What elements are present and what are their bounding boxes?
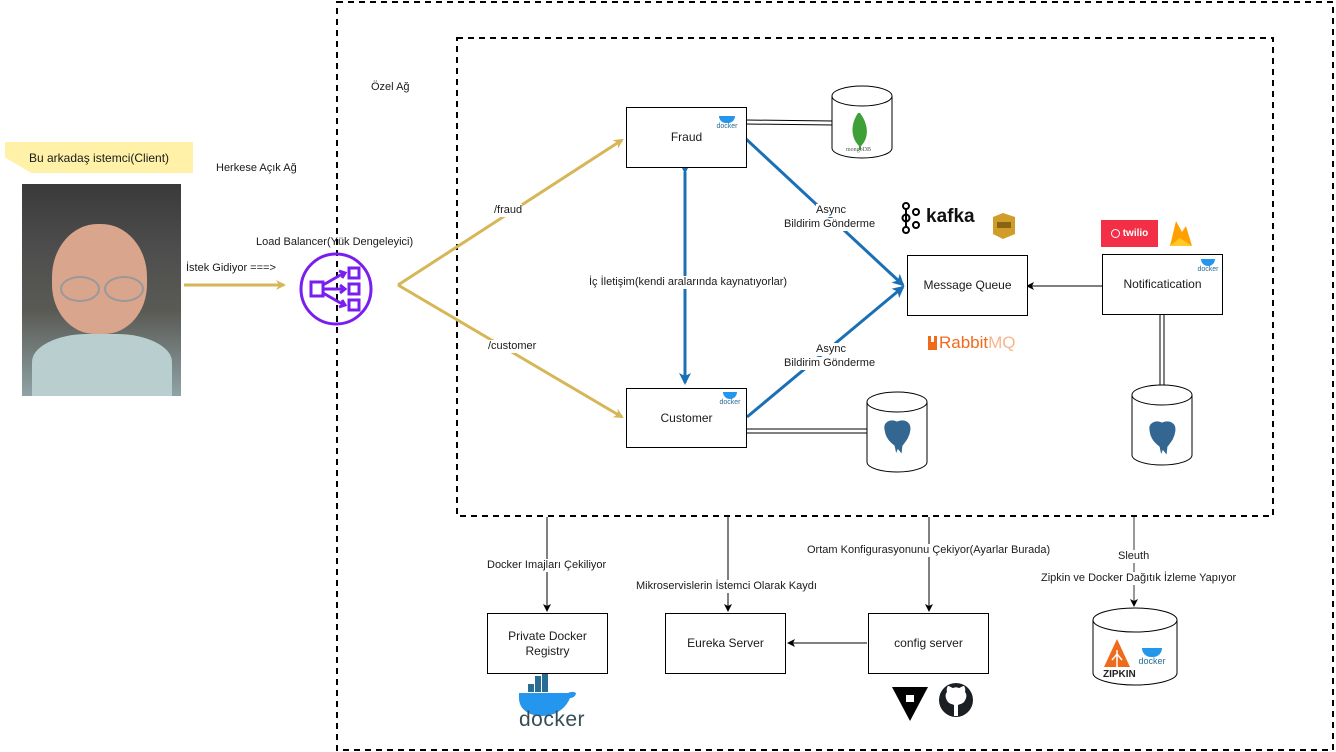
async-bottom-label-1: Async bbox=[816, 343, 846, 356]
docker-icon: docker bbox=[1137, 648, 1167, 666]
rabbitmq-label: RabbitMQ bbox=[939, 333, 1016, 353]
mongodb-label: mongoDB bbox=[846, 147, 872, 153]
client-note: Bu arkadaş istemci(Client) bbox=[5, 142, 193, 173]
public-network-label: Herkese Açık Ağ bbox=[216, 162, 297, 175]
async-top-label-2: Bildirim Gönderme bbox=[784, 218, 876, 231]
route-customer-label: /customer bbox=[488, 340, 537, 353]
vault-icon bbox=[892, 687, 928, 721]
rabbitmq-label-b: MQ bbox=[988, 333, 1016, 352]
fraud-db-link bbox=[745, 119, 834, 126]
fraud-service[interactable]: Fraud docker bbox=[626, 107, 747, 168]
notification-service[interactable]: Notificatication docker bbox=[1102, 254, 1223, 315]
zipkin-tracing-label: Zipkin ve Docker Dağıtık İzleme Yapıyor bbox=[1041, 572, 1237, 585]
customer-service-label: Customer bbox=[660, 410, 713, 425]
kafka-icon bbox=[901, 202, 920, 234]
customer-service[interactable]: Customer docker bbox=[626, 388, 747, 448]
twilio-logo: twilio bbox=[1101, 220, 1158, 247]
message-queue-label: Message Queue bbox=[923, 278, 1012, 292]
eureka-server-label: Eureka Server bbox=[687, 636, 764, 650]
rabbitmq-icon bbox=[928, 336, 937, 350]
sqs-icon bbox=[993, 213, 1015, 239]
internal-comm-label: İç İletişim(kendi aralarında kaynatıyorl… bbox=[589, 276, 788, 289]
docker-pull-label: Docker Imajları Çekiliyor bbox=[487, 559, 607, 572]
twilio-icon bbox=[1110, 229, 1120, 238]
eureka-server[interactable]: Eureka Server bbox=[665, 613, 786, 674]
load-balancer-label: Load Balancer(Yük Dengeleyici) bbox=[256, 236, 414, 248]
fraud-service-label: Fraud bbox=[670, 130, 703, 144]
docker-icon: docker bbox=[1195, 259, 1221, 273]
eureka-register-label: Mikroservislerin İstemci Olarak Kaydı bbox=[636, 580, 817, 593]
customer-db-link bbox=[746, 428, 868, 434]
notification-db-link bbox=[1159, 315, 1165, 387]
async-bottom-label-2: Bildirim Gönderme bbox=[784, 357, 876, 370]
github-icon bbox=[939, 683, 973, 717]
docker-big-label: docker bbox=[519, 708, 586, 731]
rabbitmq-label-a: Rabbit bbox=[939, 333, 989, 352]
kafka-label: kafka bbox=[926, 206, 975, 227]
docker-icon: docker bbox=[713, 116, 741, 130]
registry-label-line1: Private Docker bbox=[508, 628, 587, 643]
client-note-text: Bu arkadaş istemci(Client) bbox=[29, 150, 170, 165]
docker-icon: docker bbox=[717, 392, 743, 406]
private-docker-registry[interactable]: Private Docker Registry bbox=[487, 613, 608, 674]
config-server[interactable]: config server bbox=[868, 613, 989, 674]
config-pull-label: Ortam Konfigurasyonunu Çekiyor(Ayarlar B… bbox=[807, 544, 1051, 557]
request-label: İstek Gidiyor ===> bbox=[186, 262, 276, 274]
twilio-label: twilio bbox=[1122, 228, 1149, 239]
sleuth-label: Sleuth bbox=[1118, 550, 1150, 563]
firebase-icon bbox=[1170, 221, 1192, 246]
notification-service-label: Notificatication bbox=[1123, 277, 1202, 291]
message-queue[interactable]: Message Queue bbox=[907, 255, 1028, 316]
zipkin-label: ZIPKIN bbox=[1103, 669, 1136, 680]
private-network-label: Özel Ağ bbox=[371, 81, 410, 94]
async-top-label-1: Async bbox=[816, 204, 846, 217]
registry-label-line2: Registry bbox=[525, 643, 570, 658]
route-fraud-label: /fraud bbox=[494, 204, 523, 217]
config-server-label: config server bbox=[894, 636, 963, 650]
client-photo bbox=[22, 184, 181, 396]
